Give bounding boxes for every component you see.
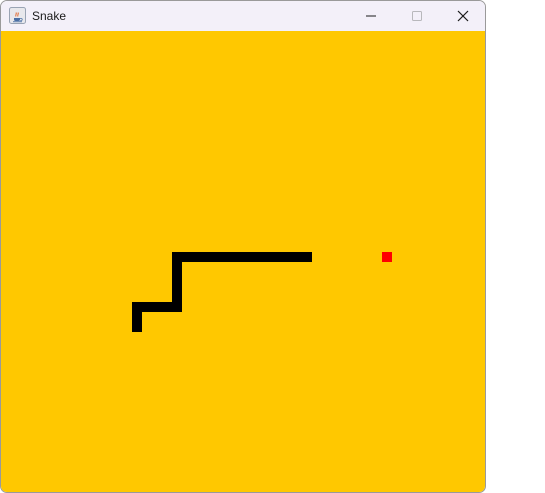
window-title: Snake xyxy=(32,9,67,23)
food-pellet xyxy=(382,252,392,262)
minimize-button[interactable] xyxy=(348,1,394,31)
maximize-button[interactable] xyxy=(394,1,440,31)
title-bar[interactable]: Snake xyxy=(1,1,485,31)
minimize-icon xyxy=(366,15,376,17)
snake-segment xyxy=(132,302,142,332)
close-icon xyxy=(457,10,469,22)
app-window: Snake xyxy=(0,0,486,493)
snake-segment xyxy=(172,252,312,262)
java-coffee-cup-icon xyxy=(9,7,26,24)
close-button[interactable] xyxy=(440,1,485,31)
maximize-icon xyxy=(412,11,422,21)
game-board[interactable] xyxy=(1,31,485,492)
